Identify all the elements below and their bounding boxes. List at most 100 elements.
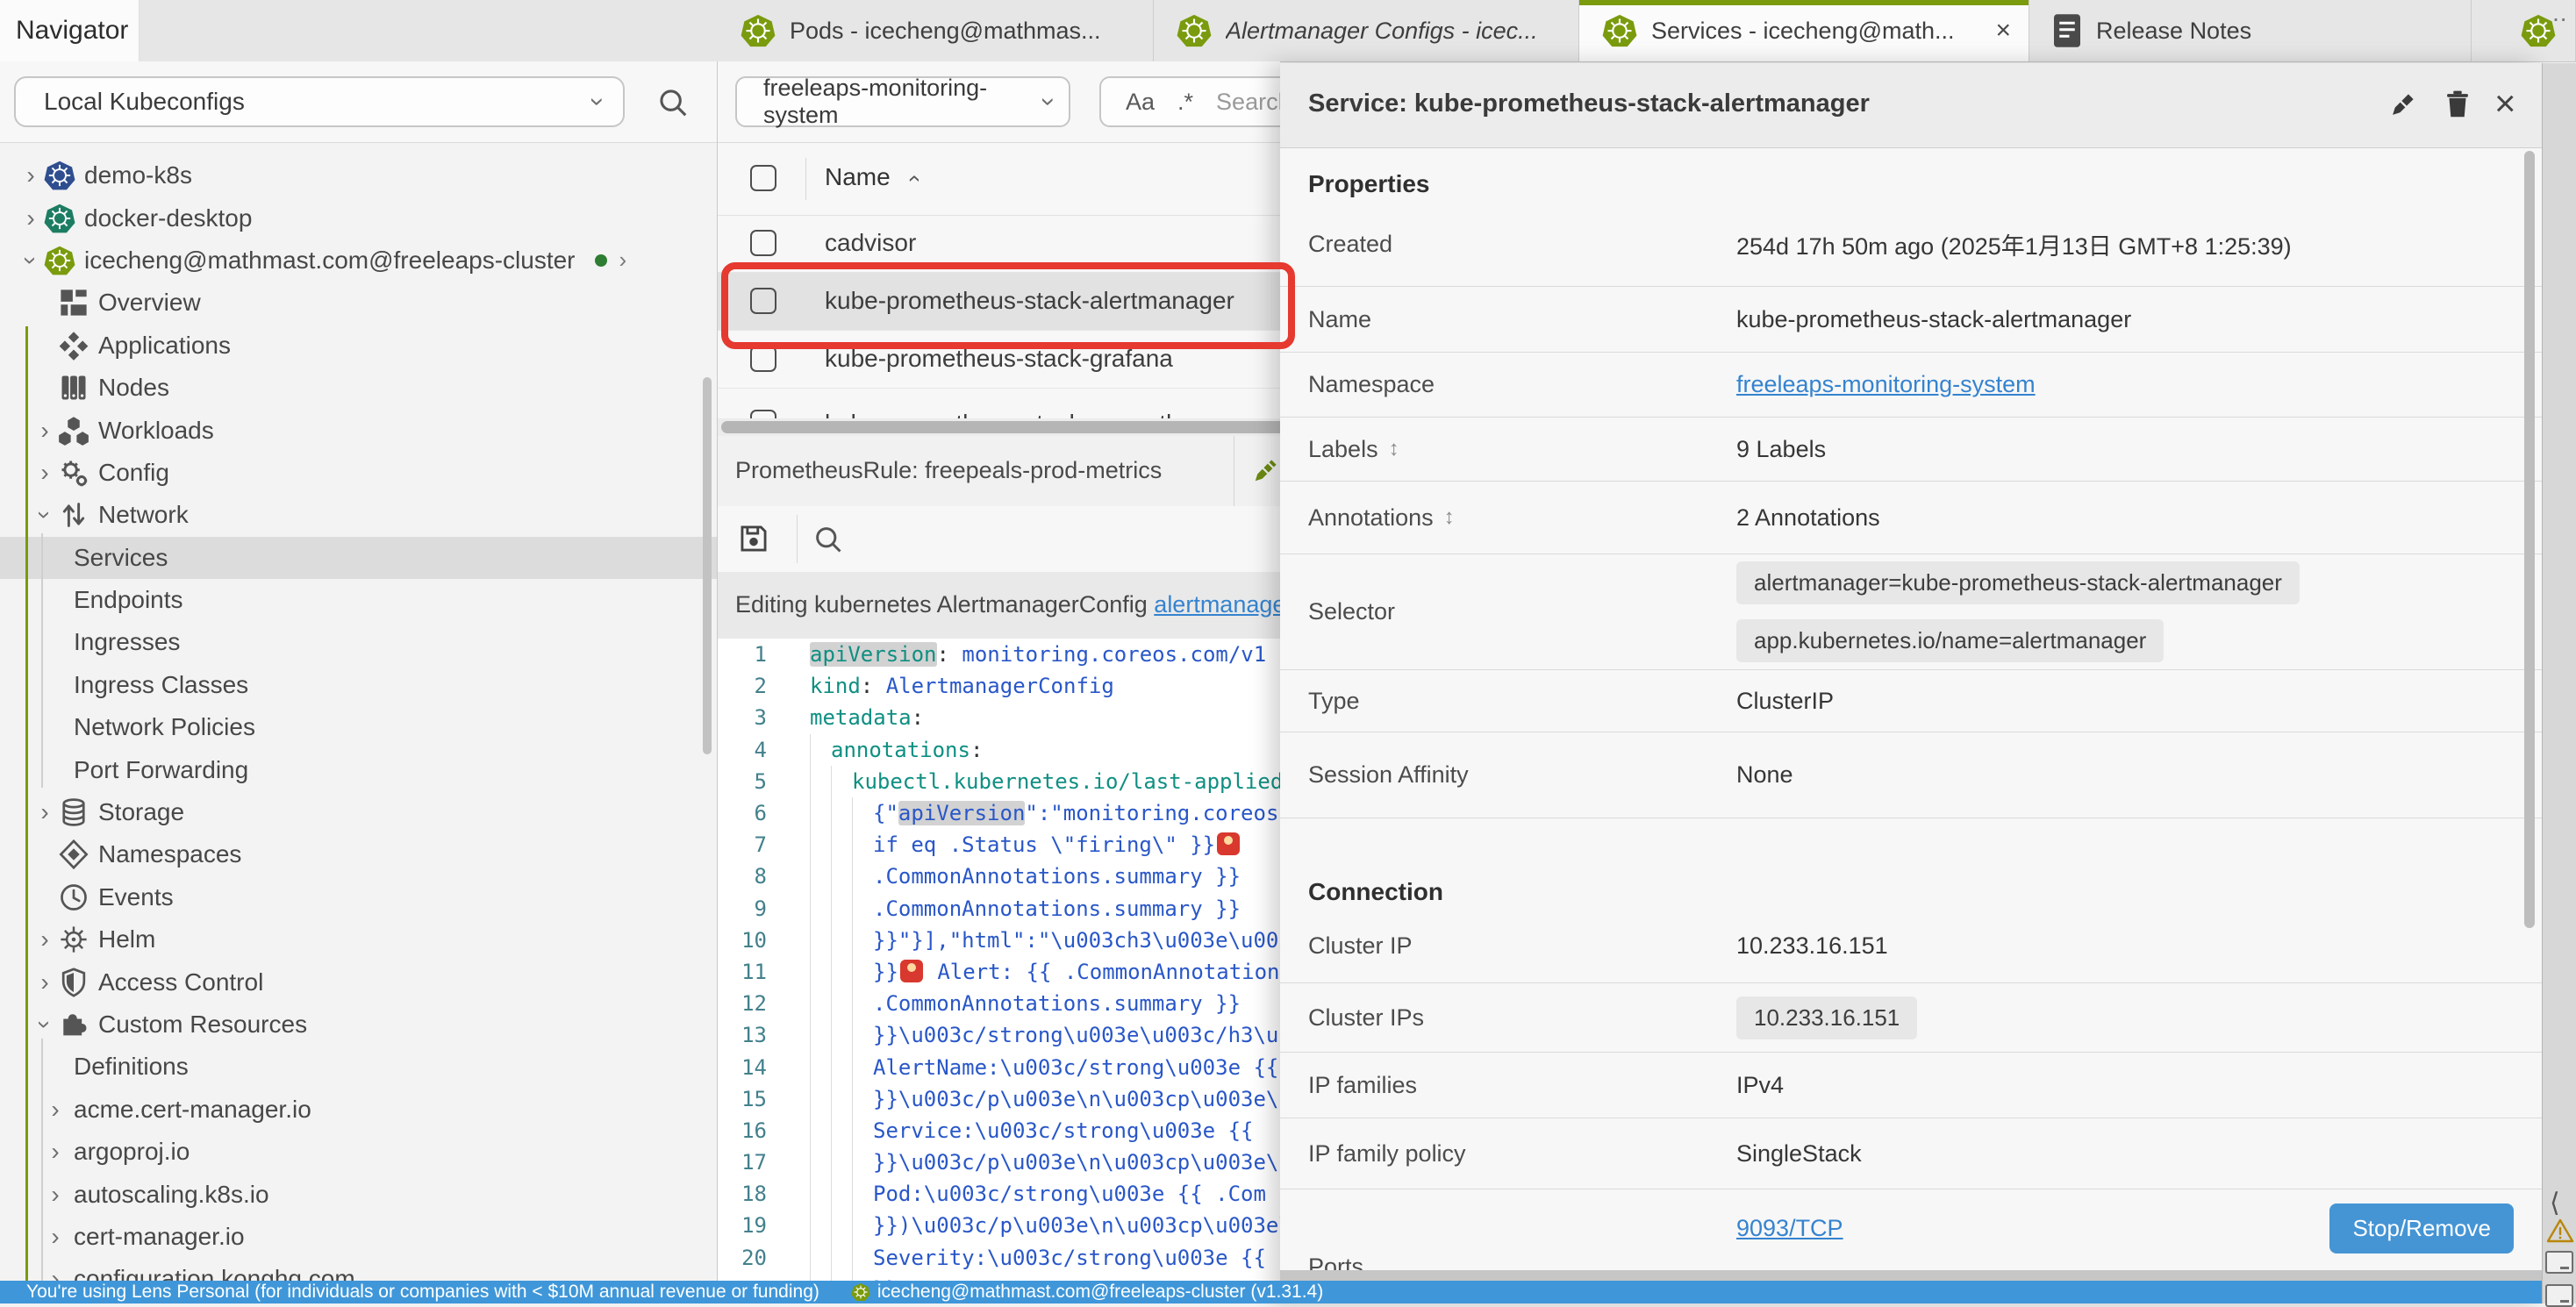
warning-icon[interactable] bbox=[2546, 1218, 2574, 1244]
chevron-right-icon[interactable]: › bbox=[19, 204, 42, 232]
kubeconfig-select[interactable]: Local Kubeconfigs › bbox=[14, 76, 625, 127]
detail-row-cluster-ips: Cluster IPs10.233.16.151 bbox=[1280, 983, 2542, 1053]
editing-object-link[interactable]: alertmanager bbox=[1154, 591, 1280, 618]
sort-icon[interactable]: ↕ bbox=[1389, 437, 1399, 461]
tab-pods-icecheng-mathmas-[interactable]: Pods - icecheng@mathmas... bbox=[718, 0, 1154, 61]
table-row[interactable]: kube-prometheus-stack-prometheus bbox=[718, 389, 1280, 418]
chevron-right-icon[interactable]: › bbox=[33, 925, 56, 953]
sidebar-item-helm[interactable]: ›Helm bbox=[0, 918, 717, 961]
sidebar-item-endpoints[interactable]: Endpoints bbox=[0, 579, 717, 621]
sidebar-item-ingresses[interactable]: Ingresses bbox=[0, 621, 717, 663]
yaml-editor[interactable]: 1apiVersion: monitoring.coreos.com/v12ki… bbox=[718, 639, 1280, 1281]
sidebar-item-namespaces[interactable]: Namespaces bbox=[0, 833, 717, 875]
collapse-chevron-icon[interactable]: ⟨ bbox=[2550, 1188, 2560, 1218]
sidebar-item-label: Storage bbox=[98, 798, 184, 826]
sidebar-item-network-policies[interactable]: Network Policies bbox=[0, 706, 717, 748]
sidebar-item-network[interactable]: ›Network bbox=[0, 494, 717, 536]
sidebar-item-workloads[interactable]: ›Workloads bbox=[0, 409, 717, 451]
tab-label: Release Notes bbox=[2096, 18, 2251, 45]
chevron-down-icon[interactable]: › bbox=[31, 1013, 59, 1036]
stop-remove-button[interactable]: Stop/Remove bbox=[2329, 1203, 2514, 1253]
row-checkbox[interactable] bbox=[750, 288, 776, 314]
port-link[interactable]: 9093/TCP bbox=[1736, 1215, 1843, 1242]
sidebar-item-events[interactable]: Events bbox=[0, 876, 717, 918]
tab-overflow-dots[interactable]: ‥ bbox=[2552, 0, 2569, 27]
drawer-scrollbar[interactable] bbox=[2524, 151, 2535, 928]
dock-icon[interactable] bbox=[2545, 1284, 2573, 1307]
sidebar-item-argoproj-io[interactable]: ›argoproj.io bbox=[0, 1131, 717, 1173]
sidebar-item-ingress-classes[interactable]: Ingress Classes bbox=[0, 664, 717, 706]
editor-search-icon[interactable] bbox=[812, 524, 844, 555]
row-checkbox[interactable] bbox=[750, 410, 776, 418]
sidebar-item-demo-k8s[interactable]: ›demo-k8s bbox=[0, 154, 717, 196]
regex-toggle[interactable]: .* bbox=[1177, 89, 1193, 116]
namespace-link[interactable]: freeleaps-monitoring-system bbox=[1736, 371, 2036, 398]
sidebar-item-access-control[interactable]: ›Access Control bbox=[0, 961, 717, 1003]
sidebar-item-services[interactable]: Services bbox=[0, 537, 717, 579]
delete-icon[interactable] bbox=[2441, 88, 2474, 121]
value-chip[interactable]: alertmanager=kube-prometheus-stack-alert… bbox=[1736, 561, 2300, 604]
sidebar-item-acme-cert-manager-io[interactable]: ›acme.cert-manager.io bbox=[0, 1089, 717, 1131]
sidebar-item-configuration-konghq-com[interactable]: ›configuration.konghq.com bbox=[0, 1258, 717, 1281]
sidebar-item-applications[interactable]: Applications bbox=[0, 325, 717, 367]
chevron-right-icon[interactable]: › bbox=[44, 1096, 67, 1124]
sidebar-scrollbar[interactable] bbox=[703, 377, 712, 754]
tab-release-notes[interactable]: Release Notes bbox=[2029, 0, 2472, 61]
table-row[interactable]: kube-prometheus-stack-alertmanager bbox=[718, 273, 1280, 331]
chevron-right-icon[interactable]: › bbox=[33, 968, 56, 996]
active-cluster-text[interactable]: icecheng@mathmast.com@freeleaps-cluster … bbox=[877, 1282, 1323, 1303]
sidebar-item-autoscaling-k8s-io[interactable]: ›autoscaling.k8s.io bbox=[0, 1173, 717, 1215]
line-number: 18 bbox=[718, 1182, 781, 1206]
dock-icon[interactable] bbox=[2545, 1251, 2573, 1274]
sort-icon[interactable]: ↕ bbox=[1444, 505, 1455, 530]
match-case-toggle[interactable]: Aa bbox=[1126, 89, 1155, 116]
value-chip[interactable]: app.kubernetes.io/name=alertmanager bbox=[1736, 619, 2164, 662]
sidebar-item-cert-manager-io[interactable]: ›cert-manager.io bbox=[0, 1216, 717, 1258]
sidebar-item-custom-resources[interactable]: ›Custom Resources bbox=[0, 1003, 717, 1046]
select-all-checkbox[interactable] bbox=[750, 165, 776, 191]
namespace-select[interactable]: freeleaps-monitoring-system › bbox=[735, 76, 1070, 127]
chevron-down-icon[interactable]: › bbox=[31, 504, 59, 526]
chevron-right-icon[interactable]: › bbox=[44, 1138, 67, 1166]
drawer-horizontal-scrollbar[interactable] bbox=[1280, 1270, 2542, 1281]
line-number: 2 bbox=[718, 674, 781, 698]
search-input[interactable]: Aa .* Search bbox=[1099, 76, 1280, 127]
sidebar-item-nodes[interactable]: Nodes bbox=[0, 367, 717, 409]
sidebar-item-definitions[interactable]: Definitions bbox=[0, 1046, 717, 1088]
row-checkbox[interactable] bbox=[750, 346, 776, 372]
k8s-icon bbox=[42, 203, 77, 234]
chevron-right-icon[interactable]: › bbox=[44, 1181, 67, 1209]
tree-guide-cluster bbox=[25, 326, 28, 1281]
table-row[interactable]: cadvisor bbox=[718, 215, 1280, 273]
table-row[interactable]: kube-prometheus-stack-grafana bbox=[718, 331, 1280, 389]
sort-asc-icon[interactable]: › bbox=[899, 175, 927, 182]
chevron-right-icon[interactable]: › bbox=[33, 798, 56, 826]
value-chip[interactable]: 10.233.16.151 bbox=[1736, 996, 1917, 1039]
chevron-right-icon[interactable]: › bbox=[619, 246, 627, 274]
sidebar-item-storage[interactable]: › Storage bbox=[0, 791, 717, 833]
scrollbar-thumb[interactable] bbox=[721, 421, 1280, 433]
sidebar-item-label: Port Forwarding bbox=[74, 756, 248, 784]
column-name[interactable]: Name bbox=[825, 163, 891, 191]
tab-alertmanager-configs-ice[interactable]: Alertmanager Configs - icec... bbox=[1154, 0, 1579, 61]
close-icon[interactable]: × bbox=[2494, 82, 2516, 125]
search-icon[interactable] bbox=[656, 86, 690, 119]
edit-icon[interactable] bbox=[2386, 88, 2420, 121]
chevron-right-icon[interactable]: › bbox=[33, 459, 56, 487]
chevron-right-icon[interactable]: › bbox=[44, 1223, 67, 1251]
chevron-right-icon[interactable]: › bbox=[19, 161, 42, 189]
horizontal-scrollbar[interactable] bbox=[718, 418, 1280, 436]
edit-icon[interactable] bbox=[1249, 455, 1280, 487]
sidebar-item-overview[interactable]: Overview bbox=[0, 282, 717, 324]
close-icon[interactable]: × bbox=[1995, 16, 2011, 46]
chevron-right-icon[interactable]: › bbox=[44, 1265, 67, 1281]
chevron-right-icon[interactable]: › bbox=[33, 417, 56, 445]
sidebar-item-docker-desktop[interactable]: ›docker-desktop bbox=[0, 196, 717, 239]
row-checkbox[interactable] bbox=[750, 230, 776, 256]
tab-services-icecheng-math-[interactable]: Services - icecheng@math...× bbox=[1579, 0, 2029, 61]
sidebar-item-port-forwarding[interactable]: Port Forwarding bbox=[0, 748, 717, 790]
sidebar-item-icecheng-mathmast-com-freeleaps-cluster[interactable]: ›icecheng@mathmast.com@freeleaps-cluster… bbox=[0, 239, 717, 282]
sidebar-item-config[interactable]: ›Config bbox=[0, 452, 717, 494]
chevron-down-icon[interactable]: › bbox=[17, 249, 45, 272]
save-icon[interactable] bbox=[737, 522, 770, 555]
